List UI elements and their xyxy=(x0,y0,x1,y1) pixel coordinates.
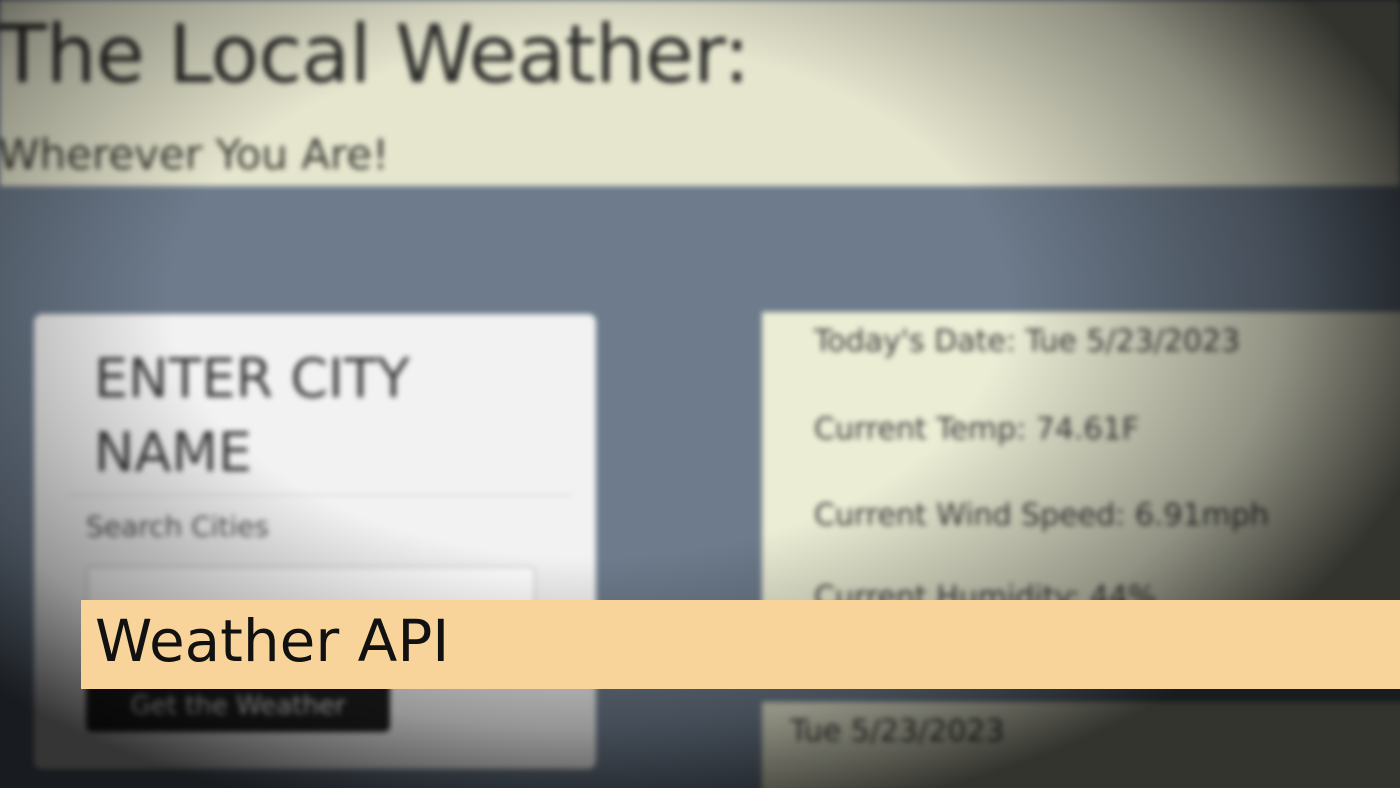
caption-banner: Weather API xyxy=(81,600,1400,689)
caption-title: Weather API xyxy=(95,607,450,675)
current-weather-card: Today's Date: Tue 5/23/2023 Current Temp… xyxy=(762,312,1400,615)
search-card-heading: ENTER CITY NAME xyxy=(94,347,410,484)
forecast-date: Tue 5/23/2023 xyxy=(790,714,1005,749)
screenshot-stage: The Local Weather: Wherever You Are! ENT… xyxy=(0,0,1400,788)
card-divider xyxy=(68,494,572,496)
current-temp: Current Temp: 74.61F xyxy=(814,412,1139,447)
current-wind-speed: Current Wind Speed: 6.91mph xyxy=(814,498,1269,533)
site-subtitle: Wherever You Are! xyxy=(0,130,389,179)
todays-date: Today's Date: Tue 5/23/2023 xyxy=(814,324,1241,359)
site-header: The Local Weather: Wherever You Are! xyxy=(0,0,1400,186)
forecast-card: Tue 5/23/2023 xyxy=(762,702,1400,788)
search-cities-label: Search Cities xyxy=(86,510,269,543)
city-search-card: ENTER CITY NAME Search Cities Get the We… xyxy=(34,314,596,769)
site-title: The Local Weather: xyxy=(0,8,750,101)
